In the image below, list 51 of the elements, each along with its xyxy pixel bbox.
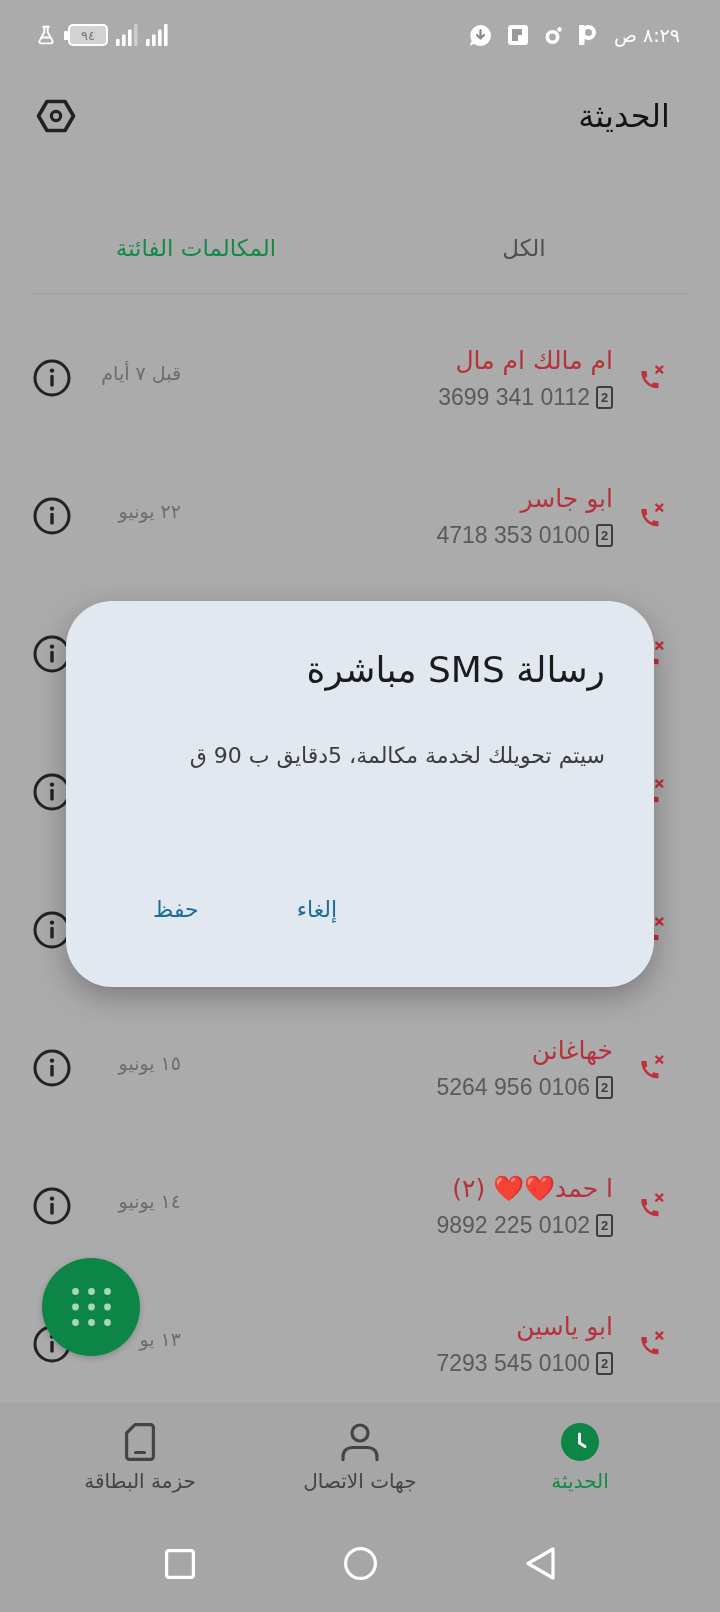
call-date: ١٣ يو bbox=[139, 1328, 181, 1350]
missed-call-icon bbox=[639, 365, 665, 391]
signal-icon bbox=[146, 24, 168, 46]
call-date: ١٤ يونيو bbox=[118, 1190, 181, 1212]
info-icon[interactable] bbox=[33, 359, 71, 397]
info-icon[interactable] bbox=[33, 497, 71, 535]
signal-icon bbox=[116, 24, 138, 46]
missed-call-icon bbox=[639, 503, 665, 529]
call-date: ١٥ يونيو bbox=[118, 1052, 181, 1074]
battery-indicator: ٩٤ bbox=[64, 24, 108, 46]
dialog-button[interactable]: حفظ bbox=[129, 885, 223, 934]
contact-name: ابو ياسين bbox=[516, 1311, 613, 1343]
info-icon[interactable] bbox=[33, 1049, 71, 1087]
missed-call-icon bbox=[639, 1193, 665, 1219]
phone-number: 4718 353 0100 bbox=[436, 521, 590, 549]
contact-name: خهاغانن bbox=[531, 1035, 613, 1067]
phone-number: 3699 341 0112 bbox=[438, 383, 590, 411]
call-date: ٢٢ يونيو bbox=[118, 500, 181, 522]
dialog-button[interactable]: إلغاء bbox=[272, 885, 362, 934]
nav-tab[interactable]: جهات الاتصال bbox=[293, 1403, 427, 1497]
dialog-title: رسالة SMS مباشرة bbox=[305, 648, 605, 693]
call-date: قبل ٧ أيام bbox=[101, 362, 181, 384]
missed-call-icon bbox=[639, 1331, 665, 1357]
phone-number: 9892 225 0102 bbox=[436, 1211, 590, 1239]
nav-tab[interactable]: حزمة البطاقة bbox=[74, 1403, 206, 1497]
clock-icon bbox=[561, 1423, 599, 1461]
contact-name: ابو جاسر bbox=[520, 483, 613, 515]
phone-number: 7293 545 0100 bbox=[436, 1349, 590, 1377]
sim-slot-badge: 2 bbox=[596, 385, 613, 409]
settings-icon[interactable] bbox=[36, 99, 76, 133]
app-tile-icon bbox=[507, 25, 528, 45]
person-icon bbox=[341, 1423, 379, 1461]
contact-name: ام مالك ام مال bbox=[455, 345, 613, 377]
sim-card-icon bbox=[125, 1423, 155, 1461]
flask-icon bbox=[36, 25, 56, 45]
sim-slot-badge: 2 bbox=[596, 1213, 613, 1237]
sim-slot-badge: 2 bbox=[596, 523, 613, 547]
dialog-message: سيتم تحويلك لخدمة مكالمة، 5دقايق ب 90 ق bbox=[188, 742, 605, 771]
filter-tab[interactable]: الكل bbox=[488, 225, 560, 271]
dialpad-icon bbox=[71, 1288, 111, 1326]
page-title: الحديثة bbox=[578, 97, 670, 135]
sim-slot-badge: 2 bbox=[596, 1351, 613, 1375]
download-bubble-icon bbox=[469, 24, 491, 46]
info-icon[interactable] bbox=[33, 1187, 71, 1225]
contact-name: ا حمد❤❤ (٢) bbox=[452, 1173, 613, 1205]
phone-number: 5264 956 0106 bbox=[436, 1073, 590, 1101]
app-logo-icon bbox=[578, 25, 597, 45]
missed-call-icon bbox=[639, 1055, 665, 1081]
ring-icon bbox=[544, 26, 562, 44]
sim-slot-badge: 2 bbox=[596, 1075, 613, 1099]
status-time: ٨:٢٩ ص bbox=[613, 24, 680, 46]
